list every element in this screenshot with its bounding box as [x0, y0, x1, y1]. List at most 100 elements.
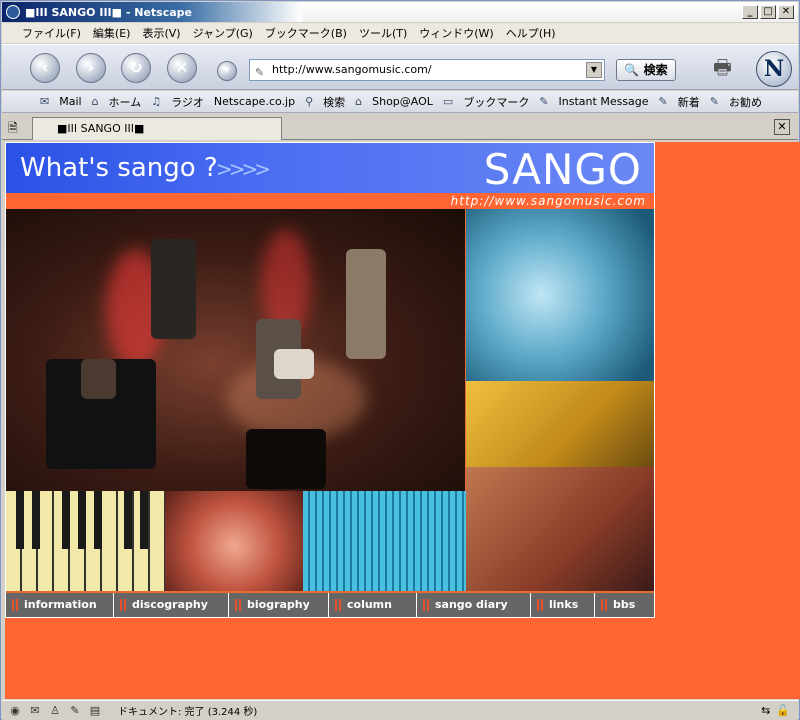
link-icon: ✎ — [709, 95, 719, 108]
site-banner: What's sango ? >>>> SANGO — [6, 143, 654, 194]
search-button[interactable]: 🔍 検索 — [616, 59, 676, 81]
sango-site: What's sango ? >>>> SANGO http://www.san… — [5, 142, 655, 618]
page-viewport: What's sango ? >>>> SANGO http://www.san… — [5, 142, 800, 699]
stop-button[interactable]: ✕ — [167, 53, 197, 83]
nav-label: column — [347, 598, 392, 611]
search-icon: ⚲ — [305, 95, 314, 108]
address-book-icon[interactable]: ▤ — [88, 704, 102, 718]
menu-bookmarks[interactable]: ブックマーク(B) — [265, 25, 347, 41]
netscape-logo-icon[interactable]: N — [756, 51, 792, 87]
close-tab-button[interactable]: ✕ — [774, 119, 790, 135]
nav-label: bbs — [613, 598, 636, 611]
menu-view[interactable]: 表示(V) — [142, 25, 180, 41]
page-proxy-icon: ✎ — [255, 66, 265, 79]
nav-label: links — [549, 598, 579, 611]
history-dropdown-icon[interactable]: ▾ — [217, 61, 237, 81]
site-url: http://www.sangomusic.com — [6, 193, 654, 209]
drums-photo — [466, 209, 654, 381]
nav-sango-diary[interactable]: sango diary — [417, 593, 531, 617]
mail-icon[interactable]: ✉ — [28, 704, 42, 718]
aim-icon[interactable]: ♙ — [48, 704, 62, 718]
netscape-status-icon[interactable]: ◉ — [8, 704, 22, 718]
url-dropdown-icon[interactable]: ▼ — [586, 62, 602, 78]
toolbar-recommend[interactable]: お勧め — [729, 94, 762, 110]
menu-edit[interactable]: 編集(E) — [93, 25, 131, 41]
connection-icon: ⇆ — [761, 704, 771, 717]
guitar-photo — [466, 381, 654, 467]
nav-biography[interactable]: biography — [229, 593, 329, 617]
browser-window: ■III SANGO III■ - Netscape _ □ ✕ ファイル(F)… — [0, 0, 800, 720]
shop-icon: ⌂ — [355, 95, 363, 108]
url-text: http://www.sangomusic.com/ — [272, 63, 432, 76]
nav-label: discography — [132, 598, 208, 611]
composer-icon[interactable]: ✎ — [68, 704, 82, 718]
title-bar: ■III SANGO III■ - Netscape _ □ ✕ — [2, 2, 798, 22]
site-nav-menu: information discography biography column… — [6, 593, 654, 617]
menu-marker-icon — [537, 599, 543, 611]
maximize-button[interactable]: □ — [760, 5, 776, 19]
headphones-icon: ♫ — [151, 95, 162, 108]
netscape-app-icon — [6, 5, 20, 19]
navigation-toolbar: ‹ › ↻ ✕ ▾ ✎ http://www.sangomusic.com/ ▼… — [2, 44, 798, 90]
menu-window[interactable]: ウィンドウ(W) — [419, 25, 493, 41]
nav-label: biography — [247, 598, 310, 611]
keyboard-hands-photo — [466, 467, 654, 591]
bookmark-folder-icon: ▭ — [442, 95, 454, 108]
nav-label: sango diary — [435, 598, 508, 611]
menu-help[interactable]: ヘルプ(H) — [506, 25, 556, 41]
personal-toolbar: ✉ Mail ⌂ ホーム ♫ ラジオ Netscape.co.jp ⚲ 検索 ⌂… — [2, 91, 798, 113]
magnifier-icon: 🔍 — [624, 63, 640, 77]
back-button[interactable]: ‹ — [30, 53, 60, 83]
toolbar-radio[interactable]: ラジオ — [171, 94, 204, 110]
toolbar-new[interactable]: 新着 — [678, 94, 700, 110]
tab-title: ■III SANGO III■ — [57, 122, 145, 135]
toolbar-mail[interactable]: Mail — [59, 95, 81, 108]
close-button[interactable]: ✕ — [778, 5, 794, 19]
toolbar-home[interactable]: ホーム — [109, 94, 142, 110]
window-title: ■III SANGO III■ - Netscape — [25, 5, 192, 19]
window-controls: _ □ ✕ — [742, 5, 794, 19]
link-icon: ✎ — [658, 95, 668, 108]
menu-marker-icon — [335, 599, 341, 611]
home-icon: ⌂ — [91, 95, 99, 108]
menu-marker-icon — [120, 599, 126, 611]
tab-bar: 🗎 ■III SANGO III■ ✕ — [2, 114, 798, 140]
band-photo — [6, 209, 465, 491]
menu-marker-icon — [423, 599, 429, 611]
menu-marker-icon — [601, 599, 607, 611]
forward-button[interactable]: › — [76, 53, 106, 83]
nav-label: information — [24, 598, 97, 611]
snare-drum-photo — [165, 491, 303, 591]
reload-button[interactable]: ↻ — [121, 53, 151, 83]
site-logo[interactable]: SANGO — [484, 145, 642, 194]
menu-go[interactable]: ジャンプ(G) — [193, 25, 253, 41]
nav-links[interactable]: links — [531, 593, 595, 617]
tab-sango[interactable]: ■III SANGO III■ — [32, 117, 282, 140]
piano-keys-photo — [6, 491, 165, 591]
nav-bbs[interactable]: bbs — [595, 593, 654, 617]
link-icon: ✎ — [539, 95, 549, 108]
toolbar-instant-message[interactable]: Instant Message — [559, 95, 649, 108]
nav-discography[interactable]: discography — [114, 593, 229, 617]
mail-icon: ✉ — [40, 95, 50, 108]
toolbar-netscape-jp[interactable]: Netscape.co.jp — [214, 95, 295, 108]
status-bar: ◉ ✉ ♙ ✎ ▤ ドキュメント: 完了 (3.244 秒) ⇆ 🔓 — [2, 700, 798, 720]
menu-tools[interactable]: ツール(T) — [359, 25, 407, 41]
nav-column[interactable]: column — [329, 593, 417, 617]
lock-icon[interactable]: 🔓 — [776, 704, 790, 717]
menu-bar: ファイル(F) 編集(E) 表示(V) ジャンプ(G) ブックマーク(B) ツー… — [2, 23, 798, 43]
new-tab-icon[interactable]: 🗎 — [8, 119, 24, 135]
status-indicators: ⇆ 🔓 — [761, 704, 790, 717]
menu-marker-icon — [12, 599, 18, 611]
menu-file[interactable]: ファイル(F) — [22, 25, 81, 41]
nav-information[interactable]: information — [6, 593, 114, 617]
toolbar-search[interactable]: 検索 — [323, 94, 345, 110]
search-button-label: 検索 — [643, 63, 668, 77]
url-field[interactable]: ✎ http://www.sangomusic.com/ ▼ — [249, 59, 605, 81]
print-icon[interactable]: 🖶 — [713, 53, 743, 79]
toolbar-shop[interactable]: Shop@AOL — [372, 95, 433, 108]
toolbar-bookmarks[interactable]: ブックマーク — [463, 94, 529, 110]
accordion-photo — [303, 491, 466, 591]
status-text: ドキュメント: 完了 (3.244 秒) — [118, 707, 258, 718]
minimize-button[interactable]: _ — [742, 5, 758, 19]
